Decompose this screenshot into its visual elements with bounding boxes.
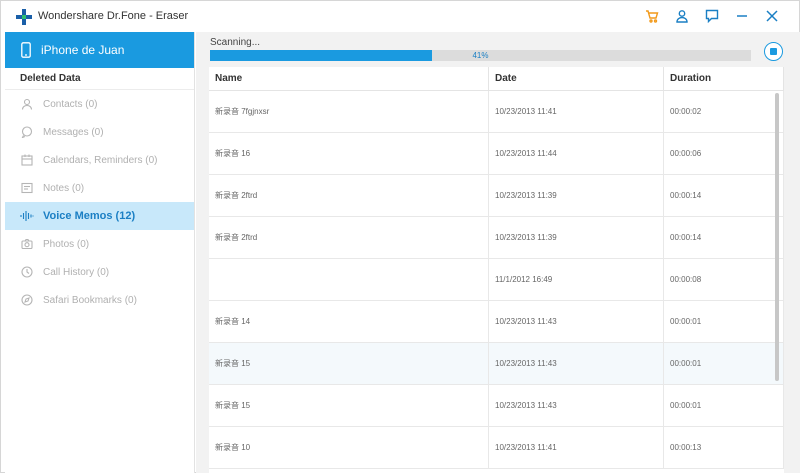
calendar-icon [20,153,34,167]
stop-scan-button[interactable] [764,42,783,61]
cell-date: 10/23/2013 11:41 [489,427,664,468]
scan-status: Scanning... [210,37,261,48]
table-row[interactable]: 新录音 16 10/23/2013 11:44 00:00:06 [209,133,784,175]
user-account-icon[interactable] [673,7,691,25]
app-window: Wondershare Dr.Fone - Eraser iPhone de J… [0,0,800,473]
cell-name: 新录音 10 [209,427,489,468]
sidebar-item-label: Contacts (0) [43,98,98,110]
drfone-logo-icon [16,9,32,25]
camera-icon [20,237,34,251]
table-row[interactable]: 新录音 2ftrd 10/23/2013 11:39 00:00:14 [209,217,784,259]
cell-duration: 00:00:13 [664,427,784,468]
cell-duration: 00:00:01 [664,385,784,426]
sidebar-item-calendars[interactable]: Calendars, Reminders (0) [5,146,194,174]
cell-name: 新录音 2ftrd [209,217,489,258]
sidebar-item-contacts[interactable]: Contacts (0) [5,90,194,118]
cell-name: 新录音 7fgjnxsr [209,91,489,132]
cell-duration: 00:00:01 [664,343,784,384]
cell-date: 10/23/2013 11:43 [489,301,664,342]
waveform-icon [20,209,34,223]
stop-icon [770,48,777,55]
sidebar-item-label: Calendars, Reminders (0) [43,154,158,166]
cell-date: 10/23/2013 11:44 [489,133,664,174]
phone-icon [21,42,31,58]
notes-icon [20,181,34,195]
table-row[interactable]: 新录音 15 10/23/2013 11:43 00:00:01 [209,343,784,385]
table-scrollbar[interactable] [775,93,779,381]
scan-progress-text: 41% [472,51,489,60]
table-row[interactable]: 新录音 2ftrd 10/23/2013 11:39 00:00:14 [209,175,784,217]
sidebar-item-notes[interactable]: Notes (0) [5,174,194,202]
cell-duration: 00:00:02 [664,91,784,132]
cell-duration: 00:00:01 [664,301,784,342]
sidebar-item-call-history[interactable]: Call History (0) [5,258,194,286]
close-icon[interactable] [763,7,781,25]
cell-duration: 00:00:14 [664,217,784,258]
cell-date: 10/23/2013 11:43 [489,343,664,384]
cell-duration: 00:00:14 [664,175,784,216]
sidebar-item-label: Photos (0) [43,238,90,250]
person-icon [20,97,34,111]
cell-date: 10/23/2013 11:43 [489,385,664,426]
cell-date: 11/1/2012 16:49 [489,259,664,300]
message-icon [20,125,34,139]
cell-name: 新录音 2ftrd [209,175,489,216]
cell-date: 10/23/2013 11:39 [489,217,664,258]
cell-name: 新录音 15 [209,343,489,384]
cart-icon[interactable] [643,7,661,25]
table-header: Name Date Duration [209,67,784,91]
sidebar-item-photos[interactable]: Photos (0) [5,230,194,258]
sidebar-item-messages[interactable]: Messages (0) [5,118,194,146]
feedback-icon[interactable] [703,7,721,25]
compass-icon [20,293,34,307]
table-body: 新录音 7fgjnxsr 10/23/2013 11:41 00:00:02 新录音 … [209,91,784,469]
column-header-name[interactable]: Name [209,67,489,90]
main-panel: Scanning... 41% Name Date Duration 新录音 7… [196,32,800,473]
sidebar-item-label: Messages (0) [43,126,104,138]
cell-duration: 00:00:08 [664,259,784,300]
window-title: Wondershare Dr.Fone - Eraser [38,10,189,22]
cell-duration: 00:00:06 [664,133,784,174]
sidebar: iPhone de Juan Deleted Data Contacts (0)… [5,32,195,473]
sidebar-item-safari-bookmarks[interactable]: Safari Bookmarks (0) [5,286,194,314]
table-row[interactable]: 新录音 15 10/23/2013 11:43 00:00:01 [209,385,784,427]
title-bar-actions [643,7,781,25]
sidebar-item-label: Voice Memos (12) [43,210,136,222]
sidebar-item-label: Call History (0) [43,266,110,278]
table-row[interactable]: 新录音 10 10/23/2013 11:41 00:00:13 [209,427,784,469]
device-name: iPhone de Juan [41,43,125,57]
cell-name: 新录音 16 [209,133,489,174]
sidebar-item-voice-memos[interactable]: Voice Memos (12) [5,202,194,230]
clock-icon [20,265,34,279]
cell-date: 10/23/2013 11:39 [489,175,664,216]
scan-progress-bar: 41% [210,50,751,61]
cell-date: 10/23/2013 11:41 [489,91,664,132]
table-row[interactable]: 新录音 7fgjnxsr 10/23/2013 11:41 00:00:02 [209,91,784,133]
sidebar-item-label: Notes (0) [43,182,85,194]
table-row[interactable]: 11/1/2012 16:49 00:00:08 [209,259,784,301]
title-bar: Wondershare Dr.Fone - Eraser [1,1,799,32]
cell-name: 新录音 15 [209,385,489,426]
device-header[interactable]: iPhone de Juan [5,32,194,68]
minimize-icon[interactable] [733,7,751,25]
column-header-date[interactable]: Date [489,67,664,90]
voice-memos-table: Name Date Duration 新录音 7fgjnxsr 10/23/201… [209,67,784,473]
sidebar-item-label: Safari Bookmarks (0) [43,294,137,306]
cell-name: 新录音 14 [209,301,489,342]
table-row[interactable]: 新录音 14 10/23/2013 11:43 00:00:01 [209,301,784,343]
cell-name [209,259,489,300]
section-label-deleted-data: Deleted Data [5,68,194,90]
column-header-duration[interactable]: Duration [664,67,784,90]
